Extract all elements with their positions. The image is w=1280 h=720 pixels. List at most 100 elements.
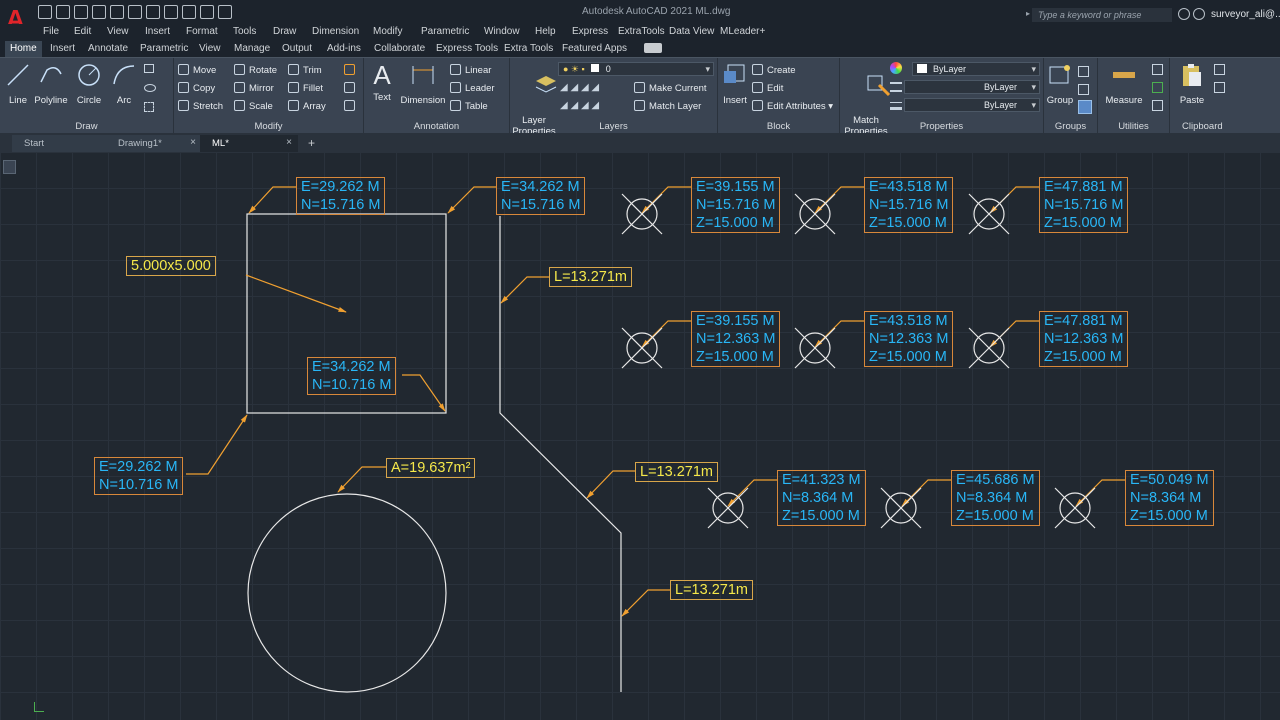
menu-insert[interactable]: Insert xyxy=(145,26,170,37)
menu-tools[interactable]: Tools xyxy=(233,26,256,37)
offset-icon[interactable] xyxy=(344,100,355,111)
leader-button[interactable]: Leader xyxy=(450,82,495,94)
hatch-icon[interactable] xyxy=(144,102,154,112)
ungroup-icon[interactable] xyxy=(1078,66,1089,77)
paste-button[interactable]: Paste xyxy=(1174,62,1210,106)
help-search-input[interactable]: Type a keyword or phrase xyxy=(1032,8,1172,22)
redo-icon[interactable] xyxy=(164,5,178,19)
menu-draw[interactable]: Draw xyxy=(273,26,296,37)
erase-icon[interactable] xyxy=(344,64,355,75)
new-icon[interactable] xyxy=(38,5,52,19)
measure-button[interactable]: Measure xyxy=(1104,62,1144,106)
share-icon[interactable] xyxy=(200,5,214,19)
tab-home[interactable]: Home xyxy=(5,41,42,57)
move-button[interactable]: Move xyxy=(178,64,216,76)
dimension-button[interactable]: Dimension xyxy=(400,62,446,106)
menu-view[interactable]: View xyxy=(107,26,129,37)
color-dropdown[interactable]: ByLayer xyxy=(912,62,1040,76)
point-coordinate-label[interactable]: E=45.686 M N=8.364 M Z=15.000 M xyxy=(951,470,1040,526)
point-coordinate-label[interactable]: E=41.323 M N=8.364 M Z=15.000 M xyxy=(777,470,866,526)
undo-icon[interactable] xyxy=(146,5,160,19)
clipboard-panel-title[interactable]: Clipboard xyxy=(1182,121,1280,132)
layer-dropdown[interactable]: ● ☀ ▪ 0 xyxy=(558,62,714,76)
quick-select-icon[interactable] xyxy=(1152,82,1163,93)
menu-extratools[interactable]: ExtraTools xyxy=(618,26,665,37)
excel-icon[interactable] xyxy=(182,5,196,19)
square-top-right-coordinate-label[interactable]: E=34.262 M N=15.716 M xyxy=(496,177,586,215)
save-icon[interactable] xyxy=(74,5,88,19)
create-block-button[interactable]: Create xyxy=(752,64,796,76)
scale-button[interactable]: Scale xyxy=(234,100,273,112)
doc-tab-start[interactable]: Start xyxy=(12,135,108,152)
menu-express[interactable]: Express xyxy=(572,26,608,37)
menu-data-view[interactable]: Data View xyxy=(669,26,714,37)
insert-button[interactable]: Insert xyxy=(720,62,750,106)
tab-collaborate[interactable]: Collaborate xyxy=(374,43,425,54)
text-button[interactable]: A Text xyxy=(368,62,396,103)
group-button[interactable]: Group xyxy=(1046,62,1074,106)
explode-icon[interactable] xyxy=(344,82,355,93)
fillet-button[interactable]: Fillet xyxy=(288,82,323,94)
menu-window[interactable]: Window xyxy=(484,26,520,37)
tab-manage[interactable]: Manage xyxy=(234,43,270,54)
tab-express-tools[interactable]: Express Tools xyxy=(436,43,498,54)
tab-add-ins[interactable]: Add-ins xyxy=(327,43,361,54)
layer-tools-icons[interactable]: ◢ ◢ ◢ ◢ xyxy=(560,82,640,94)
group-edit-icon[interactable] xyxy=(1078,84,1089,95)
menu-dimension[interactable]: Dimension xyxy=(312,26,359,37)
lineweight-icon[interactable] xyxy=(890,102,902,110)
tab-annotate[interactable]: Annotate xyxy=(88,43,128,54)
linetype-dropdown[interactable]: ByLayer xyxy=(904,80,1040,94)
menu-format[interactable]: Format xyxy=(186,26,218,37)
tab-extra-tools[interactable]: Extra Tools xyxy=(504,43,553,54)
tab-view[interactable]: View xyxy=(199,43,221,54)
polyline-length-label[interactable]: L=13.271m xyxy=(549,267,632,287)
search-icon[interactable] xyxy=(1178,8,1190,20)
cut-icon[interactable] xyxy=(1214,64,1225,75)
match-layer-button[interactable]: Match Layer xyxy=(634,100,701,112)
trim-button[interactable]: Trim xyxy=(288,64,322,76)
menu-edit[interactable]: Edit xyxy=(74,26,91,37)
point-coordinate-label[interactable]: E=43.518 M N=12.363 M Z=15.000 M xyxy=(864,311,954,367)
doc-tab-drawing1[interactable]: Drawing1* × xyxy=(106,135,202,152)
user-icon[interactable] xyxy=(1193,8,1205,20)
video-icon[interactable] xyxy=(644,43,662,53)
menu-modify[interactable]: Modify xyxy=(373,26,402,37)
annotation-panel-title[interactable]: Annotation xyxy=(364,121,509,132)
close-icon[interactable]: × xyxy=(286,137,292,148)
add-tab-icon[interactable]: + xyxy=(308,136,315,150)
polyline-button[interactable]: Polyline xyxy=(33,62,69,106)
save-as-icon[interactable] xyxy=(92,5,106,19)
open-icon[interactable] xyxy=(56,5,70,19)
search-arrow-icon[interactable]: ▸ xyxy=(1026,9,1030,18)
lineweight-dropdown[interactable]: ByLayer xyxy=(904,98,1040,112)
dropdown-icon[interactable] xyxy=(218,5,232,19)
print-icon[interactable] xyxy=(128,5,142,19)
edit-attributes-button[interactable]: Edit Attributes ▾ xyxy=(752,100,833,112)
utilities-panel-title[interactable]: Utilities xyxy=(1098,121,1169,132)
rotate-button[interactable]: Rotate xyxy=(234,64,277,76)
square-top-left-coordinate-label[interactable]: E=29.262 M N=15.716 M xyxy=(296,177,386,215)
point-coordinate-label[interactable]: E=50.049 M N=8.364 M Z=15.000 M xyxy=(1125,470,1214,526)
draw-panel-title[interactable]: Draw xyxy=(0,121,173,132)
mirror-button[interactable]: Mirror xyxy=(234,82,274,94)
upload-icon[interactable] xyxy=(110,5,124,19)
tab-output[interactable]: Output xyxy=(282,43,312,54)
tab-parametric[interactable]: Parametric xyxy=(140,43,188,54)
layer-tools-icons-2[interactable]: ◢ ◢ ◢ ◢ xyxy=(560,100,640,112)
copy-button[interactable]: Copy xyxy=(178,82,215,94)
linetype-icon[interactable] xyxy=(890,82,902,92)
group-select-icon[interactable] xyxy=(1078,100,1092,114)
polyline-length-label[interactable]: L=13.271m xyxy=(635,462,718,482)
line-button[interactable]: Line xyxy=(4,62,32,106)
menu-mleader-plus[interactable]: MLeader+ xyxy=(720,26,765,37)
point-coordinate-label[interactable]: E=39.155 M N=15.716 M Z=15.000 M xyxy=(691,177,781,233)
menu-file[interactable]: File xyxy=(43,26,59,37)
rectangle-icon[interactable] xyxy=(144,64,154,73)
sheet-set-icon[interactable] xyxy=(3,160,16,174)
square-size-label[interactable]: 5.000x5.000 xyxy=(126,256,216,276)
block-panel-title[interactable]: Block xyxy=(718,121,839,132)
square-bottom-right-coordinate-label[interactable]: E=34.262 M N=10.716 M xyxy=(307,357,397,395)
edit-block-button[interactable]: Edit xyxy=(752,82,783,94)
groups-panel-title[interactable]: Groups xyxy=(1044,121,1097,132)
